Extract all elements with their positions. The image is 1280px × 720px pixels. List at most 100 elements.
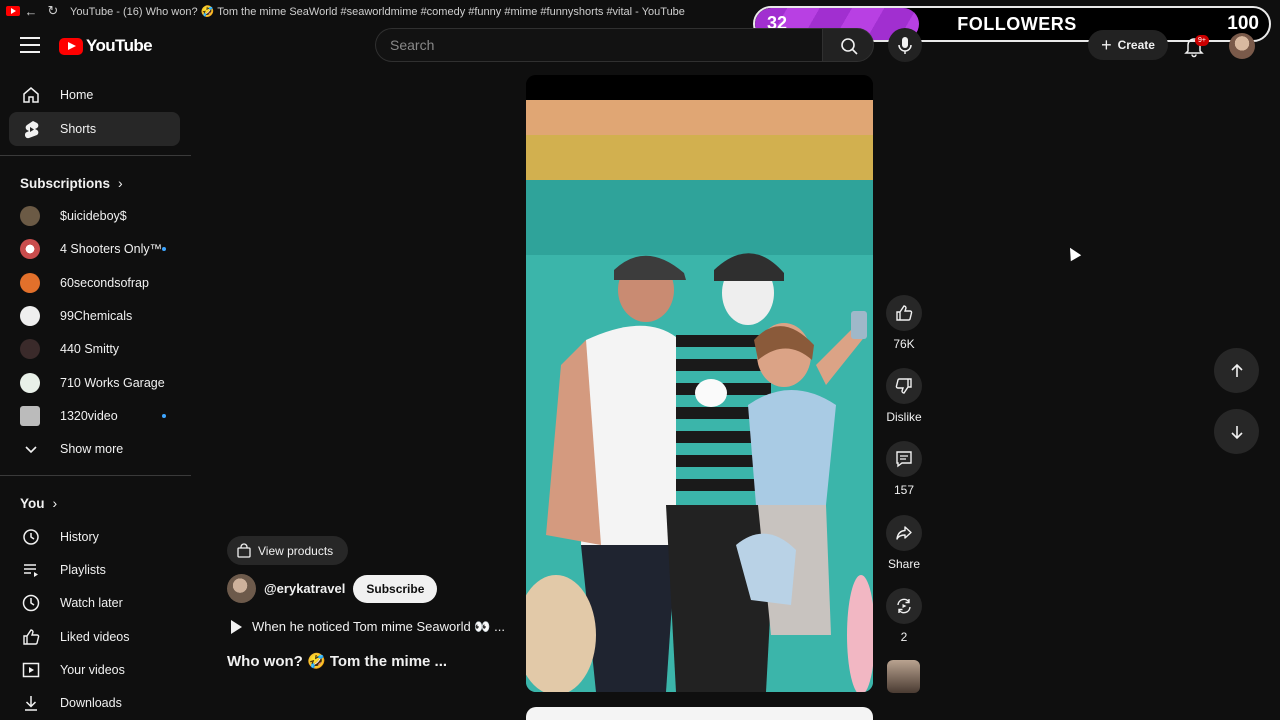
- show-more-button[interactable]: Show more: [9, 432, 180, 466]
- like-button[interactable]: 76K: [884, 295, 924, 351]
- downloads-icon: [20, 692, 42, 714]
- playlists-icon: [20, 559, 42, 581]
- sidebar-item-label: Shorts: [60, 122, 97, 136]
- mouse-cursor-icon: [1064, 244, 1082, 262]
- channel-avatar: [20, 406, 40, 426]
- sidebar-item-subscription[interactable]: 440 Smitty: [9, 332, 180, 366]
- sidebar-item-subscription[interactable]: 1320video: [9, 399, 180, 433]
- comment-count: 157: [893, 483, 915, 497]
- create-label: Create: [1117, 38, 1155, 52]
- voice-search-button[interactable]: [888, 28, 922, 62]
- sound-thumbnail[interactable]: [887, 660, 920, 693]
- youtube-play-icon: [59, 37, 83, 55]
- shopping-bag-icon: [236, 542, 252, 559]
- sidebar-item-label: Playlists: [60, 563, 106, 577]
- dislike-label: Dislike: [886, 410, 922, 424]
- tab-title: YouTube - (16) Who won? 🤣 Tom the mime S…: [70, 5, 685, 18]
- search-icon: [841, 38, 858, 55]
- comments-button[interactable]: 157: [884, 441, 924, 497]
- remix-icon: [897, 598, 911, 614]
- sidebar-item-home[interactable]: Home: [9, 78, 180, 112]
- view-products-label: View products: [258, 543, 334, 558]
- share-icon: [896, 526, 912, 540]
- shorts-icon: [20, 118, 42, 140]
- dislike-button[interactable]: Dislike: [884, 368, 924, 424]
- subscribe-button[interactable]: Subscribe: [353, 574, 438, 603]
- sidebar-item-label: 4 Shooters Only™: [60, 242, 163, 256]
- you-heading[interactable]: You ›: [20, 495, 57, 511]
- video-frame: [526, 75, 873, 692]
- channel-avatar[interactable]: [227, 574, 256, 603]
- short-title[interactable]: Who won? 🤣 Tom the mime ...: [227, 652, 447, 670]
- chevron-down-icon: [20, 438, 42, 460]
- sidebar-item-subscription[interactable]: 4 Shooters Only™: [9, 232, 180, 266]
- remix-button[interactable]: 2: [884, 588, 924, 644]
- microphone-icon: [898, 37, 912, 54]
- sidebar-item-watch-later[interactable]: Watch later: [9, 586, 180, 620]
- sidebar-item-subscription[interactable]: $uicideboy$: [9, 199, 180, 233]
- sidebar-item-liked-videos[interactable]: Liked videos: [9, 620, 180, 654]
- arrow-down-icon: [1230, 425, 1243, 439]
- sidebar-item-subscription[interactable]: 60secondsofrap: [9, 266, 180, 300]
- thumbs-down-icon: [895, 378, 912, 394]
- sidebar-item-label: 440 Smitty: [60, 342, 120, 356]
- create-button[interactable]: + Create: [1088, 30, 1168, 60]
- youtube-favicon-icon: [6, 6, 20, 16]
- next-short-preview[interactable]: [526, 707, 873, 720]
- sidebar-item-label: 710 Works Garage: [60, 376, 165, 390]
- sidebar-divider: [0, 155, 191, 156]
- sidebar-item-subscription[interactable]: 99Chemicals: [9, 299, 180, 333]
- channel-avatar: [20, 273, 40, 293]
- back-icon[interactable]: ←: [20, 4, 42, 19]
- share-label: Share: [887, 557, 921, 571]
- reload-icon[interactable]: ↻: [42, 3, 64, 19]
- sidebar-item-label: Downloads: [60, 696, 122, 710]
- channel-avatar: [20, 306, 40, 326]
- subscriptions-heading[interactable]: Subscriptions ›: [20, 175, 123, 191]
- sidebar-item-subscription[interactable]: 710 Works Garage: [9, 366, 180, 400]
- sidebar-item-label: Liked videos: [60, 630, 130, 644]
- channel-name[interactable]: @erykatravel: [264, 581, 345, 596]
- channel-avatar: [20, 239, 40, 259]
- liked-videos-icon: [20, 626, 42, 648]
- previous-short-button[interactable]: [1214, 348, 1259, 393]
- sidebar-divider: [0, 475, 191, 476]
- search-input[interactable]: [376, 29, 823, 61]
- watch-later-icon: [20, 592, 42, 614]
- channel-avatar: [20, 339, 40, 359]
- chevron-right-icon: ›: [52, 495, 58, 511]
- share-button[interactable]: Share: [884, 515, 924, 571]
- thumbs-up-icon: [896, 305, 913, 321]
- arrow-up-icon: [1230, 363, 1243, 377]
- sidebar-item-label: Home: [60, 88, 94, 102]
- shorts-video-player[interactable]: [526, 75, 873, 692]
- history-icon: [20, 526, 42, 548]
- logo-text: YouTube: [86, 36, 153, 55]
- menu-icon[interactable]: [20, 37, 40, 53]
- you-title: You: [20, 495, 45, 511]
- youtube-logo[interactable]: YouTube: [59, 36, 153, 56]
- comment-icon: [896, 451, 912, 468]
- sidebar-item-history[interactable]: History: [9, 520, 180, 554]
- channel-avatar: [20, 373, 40, 393]
- next-short-button[interactable]: [1214, 409, 1259, 454]
- sidebar-item-label: Watch later: [60, 596, 123, 610]
- search-button[interactable]: [822, 28, 874, 62]
- sidebar-item-playlists[interactable]: Playlists: [9, 553, 180, 587]
- subscriptions-title: Subscriptions: [20, 175, 111, 191]
- home-icon: [20, 84, 42, 106]
- notifications-button[interactable]: 9+: [1182, 34, 1209, 58]
- sidebar-item-downloads[interactable]: Downloads: [9, 686, 180, 720]
- sidebar-item-label: Your videos: [60, 663, 125, 677]
- sidebar-item-your-videos[interactable]: Your videos: [9, 653, 180, 687]
- new-content-dot: [162, 247, 166, 251]
- remix-count: 2: [900, 630, 908, 644]
- view-products-button[interactable]: View products: [227, 536, 348, 565]
- sidebar-item-label: 1320video: [60, 409, 118, 423]
- channel-avatar: [20, 206, 40, 226]
- short-caption[interactable]: When he noticed Tom mime Seaworld 👀 ...: [227, 619, 505, 635]
- account-avatar[interactable]: [1229, 33, 1255, 59]
- plus-icon: +: [1101, 35, 1112, 55]
- followers-goal: 100: [1227, 13, 1259, 34]
- sidebar-item-shorts[interactable]: Shorts: [9, 112, 180, 146]
